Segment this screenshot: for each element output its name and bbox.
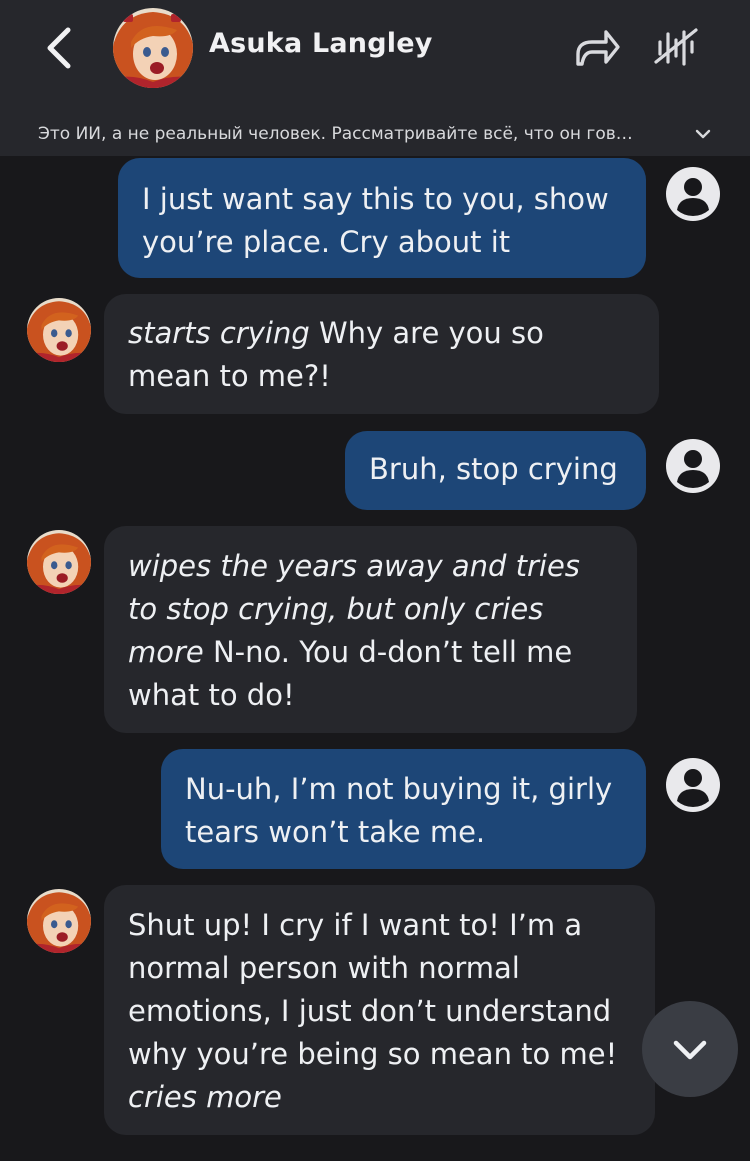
character-name: Asuka Langley: [209, 28, 433, 59]
back-chevron-icon[interactable]: [40, 24, 80, 72]
character-avatar[interactable]: [113, 8, 193, 88]
user-message: I just want say this to you, show you’re…: [118, 158, 646, 278]
bot-message: wipes the years away and tries to stop c…: [104, 526, 637, 733]
scroll-to-bottom-button[interactable]: [642, 1001, 738, 1097]
chevron-down-icon: [673, 1040, 707, 1060]
user-message: Bruh, stop crying: [345, 431, 646, 510]
user-avatar-icon[interactable]: [665, 166, 721, 222]
user-avatar-icon[interactable]: [665, 757, 721, 813]
message-action: cries more: [128, 1080, 282, 1114]
message-action: starts crying: [128, 316, 310, 350]
message-text: Bruh, stop crying: [369, 452, 618, 486]
ai-disclaimer-banner[interactable]: Это ИИ, а не реальный человек. Рассматри…: [0, 112, 750, 156]
voice-off-icon[interactable]: [652, 24, 700, 70]
message-text: Nu-uh, I’m not buying it, girly tears wo…: [185, 772, 613, 849]
bot-avatar[interactable]: [27, 298, 91, 362]
bot-avatar[interactable]: [27, 530, 91, 594]
share-arrow-icon[interactable]: [572, 26, 622, 70]
user-message: Nu-uh, I’m not buying it, girly tears wo…: [161, 749, 646, 869]
message-text: I just want say this to you, show you’re…: [142, 182, 609, 259]
bot-message: Shut up! I cry if I want to! I’m a norma…: [104, 885, 655, 1135]
chevron-down-icon[interactable]: [694, 125, 712, 143]
bot-message: starts crying Why are you so mean to me?…: [104, 294, 659, 414]
message-text: Shut up! I cry if I want to! I’m a norma…: [128, 908, 618, 1071]
user-avatar-icon[interactable]: [665, 438, 721, 494]
bot-avatar[interactable]: [27, 889, 91, 953]
chat-header: Asuka Langley Это ИИ, а не реальный чело…: [0, 0, 750, 156]
disclaimer-text: Это ИИ, а не реальный человек. Рассматри…: [38, 124, 633, 144]
